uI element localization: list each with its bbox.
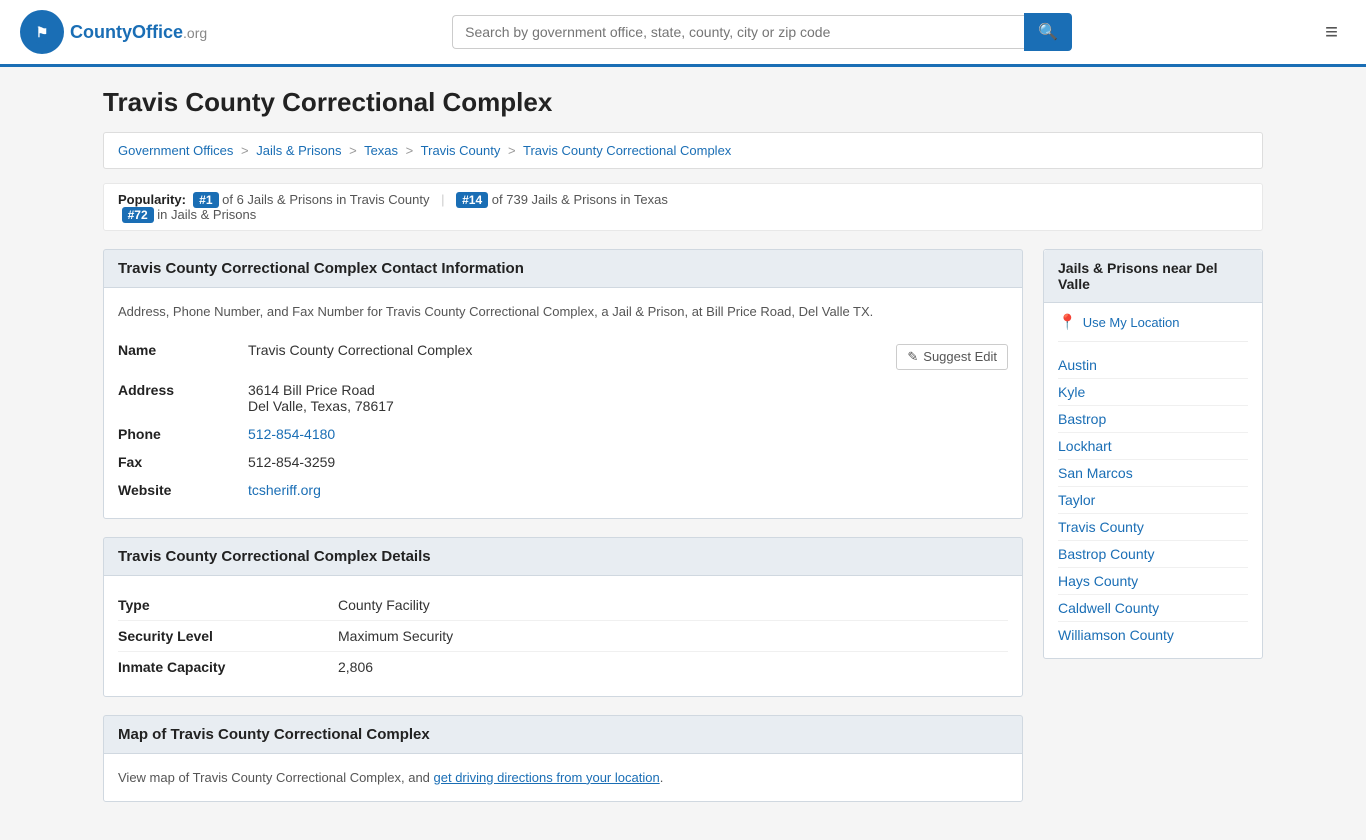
- name-label: Name: [118, 336, 248, 376]
- contact-section-header: Travis County Correctional Complex Conta…: [103, 249, 1023, 287]
- security-value: Maximum Security: [338, 620, 1008, 651]
- website-value: tcsheriff.org: [248, 476, 1008, 504]
- contact-description: Address, Phone Number, and Fax Number fo…: [118, 302, 1008, 322]
- contact-address-row: Address 3614 Bill Price Road Del Valle, …: [118, 376, 1008, 420]
- map-section-header: Map of Travis County Correctional Comple…: [103, 715, 1023, 753]
- type-label: Type: [118, 590, 338, 621]
- map-description: View map of Travis County Correctional C…: [118, 768, 1008, 788]
- main-content: Travis County Correctional Complex Conta…: [103, 249, 1023, 820]
- contact-phone-row: Phone 512-854-4180: [118, 420, 1008, 448]
- sidebar-link-caldwell-county[interactable]: Caldwell County: [1058, 595, 1248, 622]
- contact-section: Travis County Correctional Complex Conta…: [103, 249, 1023, 519]
- breadcrumb-sep-2: >: [349, 143, 357, 158]
- capacity-label: Inmate Capacity: [118, 651, 338, 682]
- phone-value: 512-854-4180: [248, 420, 1008, 448]
- map-section-body: View map of Travis County Correctional C…: [103, 753, 1023, 803]
- suggest-edit-button[interactable]: ✎ Suggest Edit: [896, 344, 1008, 370]
- sidebar-link-kyle[interactable]: Kyle: [1058, 379, 1248, 406]
- details-capacity-row: Inmate Capacity 2,806: [118, 651, 1008, 682]
- address-value: 3614 Bill Price Road Del Valle, Texas, 7…: [248, 376, 1008, 420]
- breadcrumb-current[interactable]: Travis County Correctional Complex: [523, 143, 731, 158]
- sidebar-link-hays-county[interactable]: Hays County: [1058, 568, 1248, 595]
- search-input[interactable]: [452, 15, 1024, 49]
- popularity-text-1: of 6 Jails & Prisons in Travis County: [222, 192, 429, 207]
- popularity-badge-1: #1: [193, 192, 218, 208]
- sidebar-link-taylor[interactable]: Taylor: [1058, 487, 1248, 514]
- logo-area: ⚑ CountyOffice.org: [20, 10, 207, 54]
- header: ⚑ CountyOffice.org 🔍 ≡: [0, 0, 1366, 67]
- location-pin-icon: 📍: [1058, 313, 1077, 331]
- breadcrumb-travis-county[interactable]: Travis County: [421, 143, 501, 158]
- security-label: Security Level: [118, 620, 338, 651]
- menu-button[interactable]: ≡: [1317, 15, 1346, 49]
- website-label: Website: [118, 476, 248, 504]
- sidebar-link-lockhart[interactable]: Lockhart: [1058, 433, 1248, 460]
- breadcrumb-sep-3: >: [406, 143, 414, 158]
- use-location-link[interactable]: 📍 Use My Location: [1058, 313, 1248, 342]
- content-layout: Travis County Correctional Complex Conta…: [103, 249, 1263, 820]
- driving-directions-link[interactable]: get driving directions from your locatio…: [434, 770, 660, 785]
- breadcrumb: Government Offices > Jails & Prisons > T…: [103, 132, 1263, 169]
- contact-table: Name Travis County Correctional Complex …: [118, 336, 1008, 504]
- sidebar-box: Jails & Prisons near Del Valle 📍 Use My …: [1043, 249, 1263, 659]
- phone-label: Phone: [118, 420, 248, 448]
- suggest-edit-icon: ✎: [907, 349, 918, 365]
- map-section: Map of Travis County Correctional Comple…: [103, 715, 1023, 803]
- capacity-value: 2,806: [338, 651, 1008, 682]
- details-section-body: Type County Facility Security Level Maxi…: [103, 575, 1023, 697]
- contact-name-row: Name Travis County Correctional Complex …: [118, 336, 1008, 376]
- svg-text:⚑: ⚑: [36, 24, 49, 40]
- fax-value: 512-854-3259: [248, 448, 1008, 476]
- breadcrumb-government-offices[interactable]: Government Offices: [118, 143, 233, 158]
- popularity-badge-2: #14: [456, 192, 488, 208]
- contact-section-body: Address, Phone Number, and Fax Number fo…: [103, 287, 1023, 519]
- sidebar-link-bastrop-county[interactable]: Bastrop County: [1058, 541, 1248, 568]
- popularity-text-3: in Jails & Prisons: [157, 207, 256, 222]
- main-container: Travis County Correctional Complex Gover…: [83, 67, 1283, 840]
- breadcrumb-texas[interactable]: Texas: [364, 143, 398, 158]
- phone-link[interactable]: 512-854-4180: [248, 426, 335, 442]
- details-section-header: Travis County Correctional Complex Detai…: [103, 537, 1023, 575]
- details-table: Type County Facility Security Level Maxi…: [118, 590, 1008, 682]
- logo-icon: ⚑: [20, 10, 64, 54]
- name-value: Travis County Correctional Complex ✎ Sug…: [248, 336, 1008, 376]
- sidebar-link-san-marcos[interactable]: San Marcos: [1058, 460, 1248, 487]
- details-type-row: Type County Facility: [118, 590, 1008, 621]
- address-label: Address: [118, 376, 248, 420]
- sidebar-link-austin[interactable]: Austin: [1058, 352, 1248, 379]
- sidebar-body: 📍 Use My Location Austin Kyle Bastrop Lo…: [1044, 303, 1262, 658]
- breadcrumb-sep-4: >: [508, 143, 516, 158]
- contact-website-row: Website tcsheriff.org: [118, 476, 1008, 504]
- details-security-row: Security Level Maximum Security: [118, 620, 1008, 651]
- header-right: ≡: [1317, 15, 1346, 49]
- popularity-label: Popularity:: [118, 192, 186, 207]
- sidebar-link-bastrop[interactable]: Bastrop: [1058, 406, 1248, 433]
- details-section: Travis County Correctional Complex Detai…: [103, 537, 1023, 697]
- logo-text: CountyOffice.org: [70, 22, 207, 43]
- fax-label: Fax: [118, 448, 248, 476]
- sidebar: Jails & Prisons near Del Valle 📍 Use My …: [1043, 249, 1263, 820]
- type-value: County Facility: [338, 590, 1008, 621]
- sidebar-link-williamson-county[interactable]: Williamson County: [1058, 622, 1248, 648]
- search-icon: 🔍: [1038, 24, 1058, 41]
- search-button[interactable]: 🔍: [1024, 13, 1072, 51]
- contact-fax-row: Fax 512-854-3259: [118, 448, 1008, 476]
- popularity-text-2: of 739 Jails & Prisons in Texas: [492, 192, 668, 207]
- breadcrumb-jails-prisons[interactable]: Jails & Prisons: [256, 143, 341, 158]
- popularity-badge-3: #72: [122, 207, 154, 223]
- search-area: 🔍: [452, 13, 1072, 51]
- menu-icon: ≡: [1325, 19, 1338, 44]
- breadcrumb-sep-1: >: [241, 143, 249, 158]
- popularity-bar: Popularity: #1 of 6 Jails & Prisons in T…: [103, 183, 1263, 231]
- website-link[interactable]: tcsheriff.org: [248, 482, 321, 498]
- sidebar-link-travis-county[interactable]: Travis County: [1058, 514, 1248, 541]
- page-title: Travis County Correctional Complex: [103, 87, 1263, 118]
- sidebar-title: Jails & Prisons near Del Valle: [1044, 250, 1262, 303]
